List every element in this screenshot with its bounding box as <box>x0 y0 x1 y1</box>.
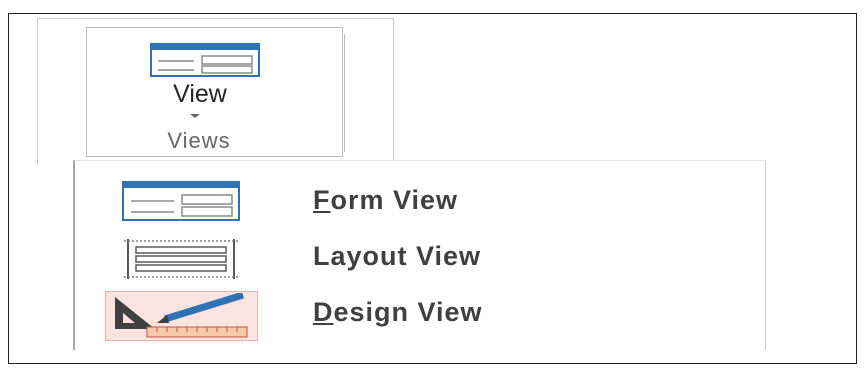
access-key-letter: F <box>313 185 331 215</box>
menu-item-layout-view[interactable]: Layout View <box>75 231 755 287</box>
design-view-icon <box>115 293 248 338</box>
group-separator <box>344 34 345 152</box>
menu-item-label: Design View <box>313 297 483 328</box>
layout-view-icon <box>124 239 238 279</box>
chevron-down-icon[interactable] <box>190 114 200 118</box>
view-button-label: View <box>173 80 227 108</box>
form-view-icon <box>122 181 240 221</box>
menu-item-label: Layout View <box>313 241 482 271</box>
form-view-icon <box>150 43 260 77</box>
label-rest: orm View <box>330 185 459 215</box>
views-dropdown-menu: Form View Layout View Design View <box>73 160 766 350</box>
menu-item-form-view[interactable]: Form View <box>75 175 755 231</box>
menu-item-design-view[interactable]: Design View <box>75 287 755 343</box>
menu-item-label: Form View <box>313 185 458 216</box>
access-key-letter: D <box>313 297 334 327</box>
label-rest: esign View <box>333 297 483 327</box>
views-group-label: Views <box>167 128 231 153</box>
